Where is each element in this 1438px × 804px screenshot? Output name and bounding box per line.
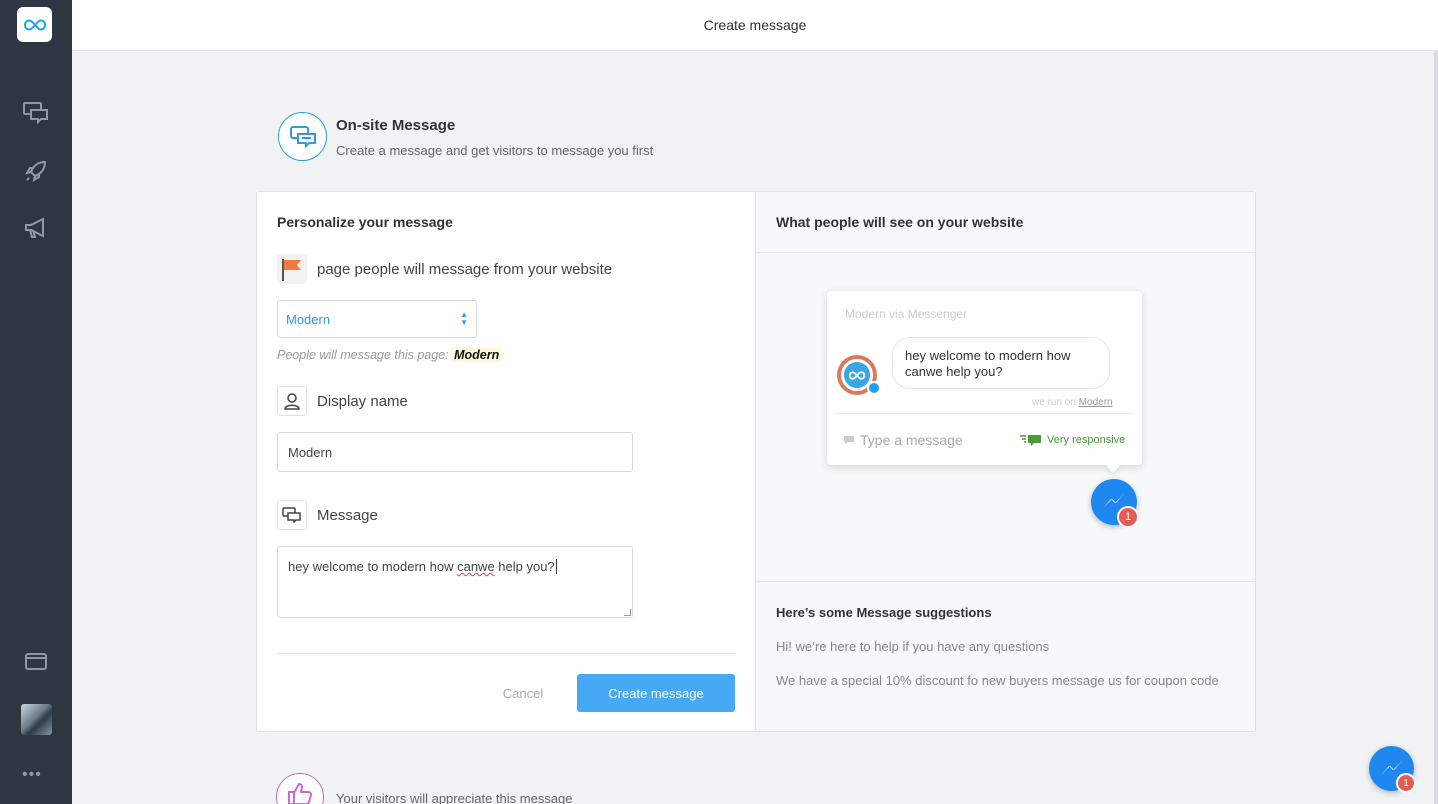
- more-icon[interactable]: •••: [22, 766, 42, 784]
- top-header: Create message: [72, 0, 1438, 51]
- wallet-icon: [25, 653, 47, 670]
- suggestion-item[interactable]: Hi! we’re here to help if you have any q…: [776, 639, 1049, 654]
- display-name-field[interactable]: Modern: [277, 432, 633, 472]
- widget-caret: [1105, 458, 1121, 474]
- chat-bubbles-icon: [23, 102, 48, 124]
- messenger-badge-icon: [867, 381, 881, 395]
- thumbs-up-icon: [276, 773, 324, 804]
- display-name-label: Display name: [317, 393, 408, 410]
- preview-panel: What people will see on your website Mod…: [756, 192, 1255, 731]
- app-logo[interactable]: [17, 7, 52, 42]
- create-message-button[interactable]: Create message: [577, 674, 735, 712]
- message-label: Message: [317, 507, 378, 524]
- nav-growth[interactable]: [20, 155, 52, 187]
- message-textarea[interactable]: hey welcome to modern how canwe help you…: [277, 546, 633, 618]
- chat-icon: [844, 436, 854, 444]
- message-text-misspelled: canwe: [457, 559, 495, 574]
- message-text-a: hey welcome to modern how: [288, 559, 458, 574]
- user-avatar[interactable]: [21, 704, 52, 735]
- powered-prefix: we run on: [1032, 397, 1076, 408]
- page-hint: People will message this page: Modern: [277, 348, 502, 362]
- bottom-section-text: Your visitors will appreciate this messa…: [336, 791, 573, 804]
- page-hint-prefix: People will message this page:: [277, 348, 449, 362]
- on-site-message-icon: [278, 112, 327, 161]
- cancel-button[interactable]: Cancel: [494, 674, 552, 712]
- type-message-input[interactable]: Type a message: [843, 432, 963, 448]
- page-select[interactable]: Modern ▲ ▼: [277, 300, 477, 338]
- person-icon: [277, 386, 307, 416]
- page-title: Create message: [703, 17, 807, 33]
- preview-header: What people will see on your website: [756, 192, 1255, 253]
- widget-divider: [835, 413, 1133, 414]
- infinity-icon: [849, 370, 865, 380]
- message-bubble: hey welcome to modern how canwe help you…: [892, 337, 1110, 389]
- type-message-placeholder: Type a message: [860, 432, 963, 448]
- infinity-icon: [23, 18, 46, 31]
- preview-title: What people will see on your website: [776, 214, 1024, 230]
- scrollbar[interactable]: [1434, 51, 1438, 804]
- section-title: On-site Message: [336, 117, 456, 134]
- widget-title: Modern via Messenger: [845, 307, 968, 321]
- chat-bubbles-icon: [289, 125, 316, 148]
- resize-grip[interactable]: [624, 609, 631, 616]
- page-label: page people will message from your websi…: [317, 261, 613, 278]
- notification-badge: 1: [1117, 506, 1139, 528]
- personalize-title: Personalize your message: [277, 214, 453, 230]
- responsive-icon: [1020, 435, 1041, 446]
- responsiveness-text: Very responsive: [1047, 434, 1126, 446]
- text-cursor: [555, 559, 557, 574]
- nav-broadcast[interactable]: [20, 212, 52, 244]
- page-select-value: Modern: [286, 311, 331, 327]
- flag-icon: [277, 254, 307, 284]
- suggestions-title: Here’s some Message suggestions: [776, 605, 992, 620]
- responsiveness: Very responsive: [1020, 434, 1125, 446]
- select-arrows-icon: ▲ ▼: [460, 310, 468, 327]
- message-card: Personalize your message page people wil…: [256, 191, 1256, 732]
- chat-widget-preview: Modern via Messenger hey welcome to mode…: [827, 291, 1142, 474]
- message-icon: [277, 500, 307, 530]
- rocket-icon: [24, 160, 47, 183]
- preview-area: Modern via Messenger hey welcome to mode…: [756, 253, 1255, 582]
- personalize-panel: Personalize your message page people wil…: [257, 192, 756, 731]
- megaphone-icon: [25, 217, 44, 238]
- nav-billing[interactable]: [20, 645, 52, 677]
- suggestion-item[interactable]: We have a special 10% discount fo new bu…: [776, 673, 1219, 688]
- powered-by: we run on Modern: [1032, 397, 1113, 408]
- page-hint-value: Modern: [452, 348, 502, 362]
- page-notification-badge: 1: [1396, 773, 1416, 793]
- nav-messages[interactable]: [20, 97, 52, 129]
- message-text-c: help you?: [494, 559, 555, 574]
- divider: [277, 653, 735, 654]
- section-subtitle: Create a message and get visitors to mes…: [336, 143, 654, 158]
- sidebar: •••: [0, 0, 72, 804]
- display-name-value: Modern: [288, 444, 333, 460]
- powered-link[interactable]: Modern: [1079, 397, 1113, 408]
